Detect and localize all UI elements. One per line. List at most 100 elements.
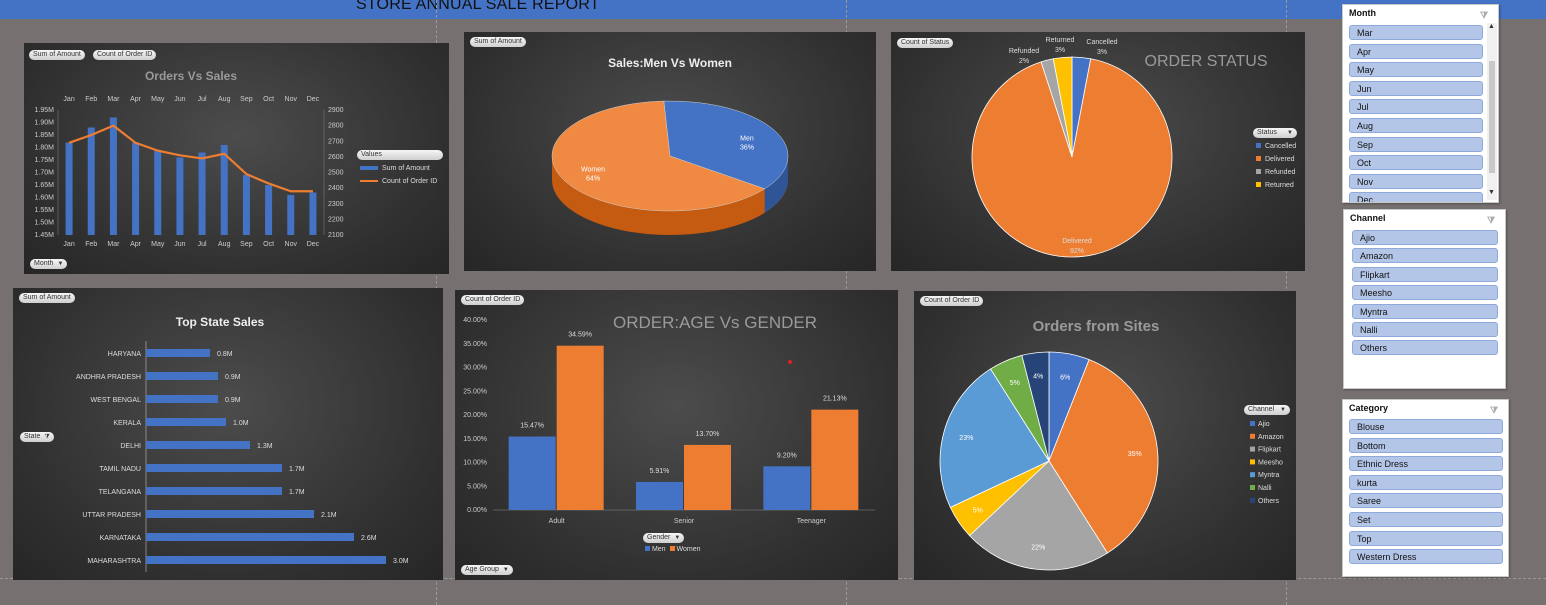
slicer-item-saree[interactable]: Saree: [1349, 493, 1503, 509]
x-tick-label-bottom: May: [151, 241, 165, 248]
legend-field-chip-channel[interactable]: Channel ▼: [1244, 405, 1290, 415]
field-chip-sum-amount[interactable]: Sum of Amount: [470, 37, 526, 47]
slicer-item-oct[interactable]: Oct: [1349, 155, 1483, 171]
dropdown-arrow-icon: ▼: [674, 535, 681, 541]
legend-field-chip-values[interactable]: Values: [357, 150, 443, 160]
y-tick-label-left: 1.50M: [35, 220, 55, 227]
axis-field-chip-age-group[interactable]: Age Group ▼: [461, 565, 513, 575]
data-label: 1.7M: [289, 489, 305, 496]
data-label: 1.7M: [289, 466, 305, 473]
slicer-item-meesho[interactable]: Meesho: [1352, 285, 1498, 301]
slicer-item-mar[interactable]: Mar: [1349, 25, 1483, 40]
orders-vs-sales-chart[interactable]: Orders Vs Sales 1.45M 1.50M 1.55M 1.60M 1.65M…: [24, 43, 449, 274]
field-chip-count-status[interactable]: Count of Status: [897, 38, 954, 48]
channel-slicer[interactable]: Channel ⧩ Ajio Amazon Flipkart Meesho Myntra N…: [1343, 209, 1506, 389]
y-tick-label-right: 2700: [328, 138, 344, 145]
slicer-item-ajio[interactable]: Ajio: [1352, 230, 1498, 245]
legend-label: Nalli: [1258, 485, 1272, 492]
clear-filter-icon[interactable]: ⧩: [1480, 7, 1488, 23]
age-gender-chart[interactable]: ORDER:AGE Vs GENDER 0.00% 5.00% 10.00% 15.00…: [455, 290, 898, 580]
field-chip-sum-amount[interactable]: Sum of Amount: [19, 293, 75, 303]
slicer-item-nalli[interactable]: Nalli: [1352, 322, 1498, 337]
dropdown-arrow-icon: ▼: [1280, 407, 1286, 413]
slicer-item-ethnic-dress[interactable]: Ethnic Dress: [1349, 456, 1503, 472]
legend-field-chip-gender[interactable]: Gender ▼: [643, 533, 685, 543]
slicer-item-bottom[interactable]: Bottom: [1349, 437, 1503, 453]
slicer-item-aug[interactable]: Aug: [1349, 118, 1483, 133]
slicer-item-top[interactable]: Top: [1349, 530, 1503, 546]
data-label-value: 5%: [973, 507, 983, 514]
slicer-scrollbar[interactable]: ▲ ▼: [1487, 23, 1497, 200]
axis-field-chip-month[interactable]: Month ▼: [30, 259, 68, 269]
data-label-value: 92%: [1070, 248, 1084, 255]
legend-label: Returned: [1265, 182, 1294, 189]
slicer-item-dec[interactable]: Dec: [1349, 192, 1483, 202]
bar-women: [684, 444, 731, 510]
category-slicer[interactable]: Category ⧩ Blouse Bottom Ethnic Dress kurta S…: [1342, 399, 1509, 577]
slicer-item-set[interactable]: Set: [1349, 512, 1503, 527]
slicer-title-label: Month: [1349, 8, 1376, 18]
order-status-chart[interactable]: ORDER STATUS Cancelled 3% Delivered 92% Refun…: [891, 32, 1305, 271]
field-chip-sum-amount[interactable]: Sum of Amount: [29, 50, 85, 60]
bar-sum-amount: [87, 127, 95, 235]
clear-filter-icon[interactable]: ⧩: [1490, 402, 1498, 418]
scroll-down-icon[interactable]: ▼: [1488, 189, 1495, 196]
legend-swatch: [1256, 169, 1261, 174]
data-label-value: 22%: [1031, 544, 1045, 551]
slicer-item-amazon[interactable]: Amazon: [1352, 248, 1498, 264]
chip-label: Gender: [647, 534, 671, 541]
legend-field-chip-status[interactable]: Status ▼: [1253, 128, 1297, 138]
slicer-item-flipkart[interactable]: Flipkart: [1352, 266, 1498, 282]
scroll-thumb[interactable]: [1489, 61, 1495, 173]
legend-label: Meesho: [1258, 459, 1283, 466]
data-label: 9.20%: [777, 452, 797, 459]
legend-label: Women: [676, 546, 701, 553]
legend-swatch: [1256, 143, 1261, 148]
slicer-item-myntra[interactable]: Myntra: [1352, 303, 1498, 319]
axis-field-chip-state[interactable]: State ⧩: [20, 432, 54, 442]
y-tick-label-left: 1.55M: [35, 207, 55, 214]
x-tick-label-bottom: Jul: [198, 241, 207, 248]
x-tick-label: Adult: [549, 518, 565, 525]
slicer-item-sep[interactable]: Sep: [1349, 136, 1483, 152]
y-tick-label: KERALA: [113, 420, 141, 427]
orders-from-sites-chart[interactable]: Orders from Sites 6% 35% 22% 5% 23% 5% 4% Ajio Am…: [914, 291, 1296, 580]
bar-men: [763, 466, 811, 510]
data-label-value: 6%: [1060, 374, 1070, 381]
filter-icon: ⧩: [44, 434, 50, 440]
bar-sum-amount: [176, 157, 184, 235]
sales-gender-chart[interactable]: Sales:Men Vs Women Men 36% Women 64% Sum of …: [464, 32, 876, 271]
bar-state-sales: [146, 349, 210, 357]
x-tick-label-bottom: Aug: [218, 241, 231, 248]
data-label-value: 64%: [586, 176, 600, 183]
scroll-up-icon[interactable]: ▲: [1488, 23, 1495, 30]
data-label: 0.9M: [225, 374, 241, 381]
x-tick-label-top: Sep: [240, 96, 253, 103]
y-tick-label-left: 1.95M: [35, 107, 55, 114]
slicer-item-blouse[interactable]: Blouse: [1349, 419, 1503, 434]
field-chip-count-order[interactable]: Count of Order ID: [93, 50, 157, 60]
slicer-item-jul[interactable]: Jul: [1349, 99, 1483, 115]
legend-swatch: [1256, 156, 1261, 161]
data-label-value: 3%: [1055, 47, 1065, 54]
slicer-item-may[interactable]: May: [1349, 62, 1483, 78]
legend-swatch: [1250, 472, 1255, 478]
x-tick-label-bottom: Jun: [174, 241, 185, 248]
slicer-item-kurta[interactable]: kurta: [1349, 474, 1503, 490]
month-slicer[interactable]: Month ⧩ Mar Apr May Jun Jul Aug Sep Oct Nov Dec ▲ …: [1342, 4, 1499, 203]
top-state-sales-chart[interactable]: Top State Sales HARYANA 0.8M ANDHRA PRADESH…: [13, 288, 443, 580]
dropdown-arrow-icon: ▼: [502, 567, 509, 573]
y-tick-label-right: 2200: [328, 216, 344, 223]
clear-filter-icon[interactable]: ⧩: [1487, 212, 1495, 228]
slicer-item-western-dress[interactable]: Western Dress: [1349, 549, 1503, 565]
y-tick-label-left: 1.45M: [35, 232, 55, 239]
x-tick-label-top: Jul: [198, 96, 207, 103]
field-chip-count-order[interactable]: Count of Order ID: [920, 296, 984, 306]
slicer-item-nov[interactable]: Nov: [1349, 173, 1483, 189]
slicer-item-apr[interactable]: Apr: [1349, 43, 1483, 59]
slicer-item-jun[interactable]: Jun: [1349, 80, 1483, 96]
field-chip-count-order[interactable]: Count of Order ID: [461, 295, 525, 305]
chart-title: Orders from Sites: [1033, 318, 1160, 335]
legend-label: Ajio: [1258, 421, 1270, 428]
slicer-item-others[interactable]: Others: [1352, 340, 1498, 356]
